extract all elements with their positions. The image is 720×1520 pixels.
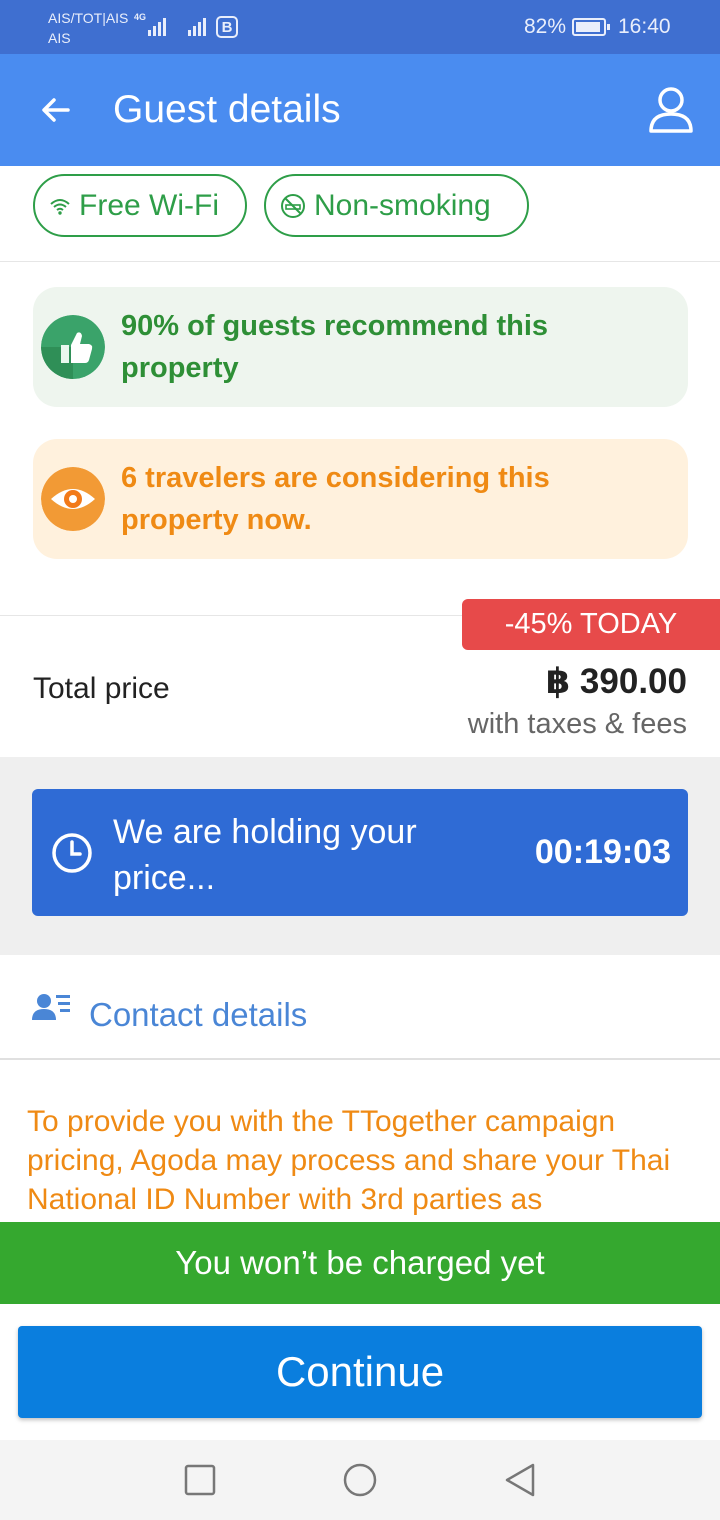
price-subtext: with taxes & fees xyxy=(467,708,687,740)
amenities-row: Free Wi-Fi Non-smoking xyxy=(0,166,720,262)
wifi-icon xyxy=(50,198,70,215)
network-type: 4G xyxy=(134,12,147,22)
total-price-label: Total price xyxy=(33,672,170,705)
amenity-label: Non-smoking xyxy=(314,188,491,222)
amenity-label: Free Wi-Fi xyxy=(79,188,219,222)
app-badge-icon: B xyxy=(216,16,238,38)
contact-details-header: Contact details xyxy=(0,956,720,1060)
amenity-chip-wifi: Free Wi-Fi xyxy=(33,174,247,237)
circle-icon[interactable] xyxy=(342,1462,378,1498)
countdown-timer: 00:19:03 xyxy=(534,833,671,871)
arrow-left-icon[interactable] xyxy=(38,92,74,128)
recommend-banner: 90% of guests recommend this property xyxy=(33,287,688,407)
battery-percent: 82% xyxy=(524,15,567,38)
page-title: Guest details xyxy=(113,88,341,131)
carrier-line2: AIS xyxy=(48,30,71,46)
hold-price-card: We are holding your price... 00:19:03 xyxy=(32,789,688,916)
no-smoking-icon xyxy=(281,193,305,218)
app-bar: Guest details xyxy=(0,54,720,166)
hold-price-text: We are holding your price... xyxy=(113,813,417,897)
id-sharing-notice: To provide you with the TTogether campai… xyxy=(27,1105,671,1216)
user-icon[interactable] xyxy=(648,86,694,134)
status-bar: AIS/TOT|AIS AIS 4G B 82% 16:40 xyxy=(0,0,720,54)
status-time: 16:40 xyxy=(618,15,671,38)
amenity-chip-non-smoking: Non-smoking xyxy=(264,174,529,237)
contact-details-title: Contact details xyxy=(89,996,308,1033)
carrier-line1: AIS/TOT|AIS xyxy=(48,10,129,26)
signal-icon xyxy=(148,14,166,36)
no-charge-notice: You won’t be charged yet xyxy=(0,1222,720,1304)
viewers-text: 6 travelers are considering this propert… xyxy=(121,462,550,536)
recommend-text: 90% of guests recommend this property xyxy=(121,310,549,384)
hold-price-section: We are holding your price... 00:19:03 xyxy=(0,757,720,955)
divider xyxy=(0,615,462,616)
signal-icon-2 xyxy=(188,14,206,36)
viewers-banner: 6 travelers are considering this propert… xyxy=(33,439,688,559)
battery-icon xyxy=(572,18,610,36)
carrier-info: AIS/TOT|AIS AIS xyxy=(48,8,128,48)
thumbs-up-icon xyxy=(41,315,105,379)
discount-badge: -45% TODAY xyxy=(462,599,720,650)
system-nav-bar xyxy=(0,1440,720,1520)
contact-card-icon xyxy=(32,994,70,1020)
eye-icon xyxy=(41,467,105,531)
continue-area: Continue xyxy=(0,1304,720,1440)
total-price-value: ฿ 390.00 xyxy=(545,662,687,701)
clock-icon xyxy=(52,833,92,873)
triangle-back-icon[interactable] xyxy=(502,1462,538,1498)
square-icon[interactable] xyxy=(182,1462,218,1498)
continue-button[interactable]: Continue xyxy=(18,1326,702,1418)
